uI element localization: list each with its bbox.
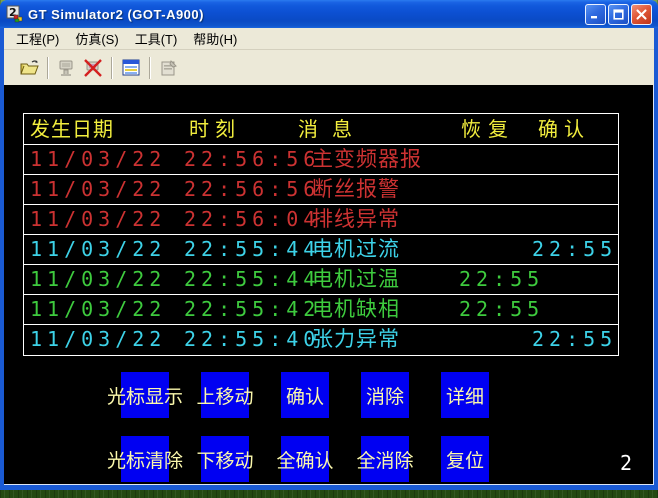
menu-project[interactable]: 工程(P) xyxy=(8,27,67,50)
gt-simulator-window: 2 GT Simulator2 (GOT-A900) 工程(P) 仿真(S) 工… xyxy=(0,0,658,490)
toolbar-separator xyxy=(111,57,113,79)
start-simulation-icon xyxy=(54,55,80,81)
alarm-time: 22:56:56 xyxy=(184,145,320,174)
minimize-button[interactable] xyxy=(585,4,606,25)
alarm-time: 22:55:40 xyxy=(184,325,320,354)
alarm-message: 排线异常 xyxy=(312,205,400,234)
detail-button[interactable]: 详细 xyxy=(441,372,489,418)
move-up-button[interactable]: 上移动 xyxy=(201,372,249,418)
alarm-list-header: 发生日期 时刻 消息 恢复 确认 xyxy=(24,114,618,145)
alarm-message: 张力异常 xyxy=(312,325,400,354)
menu-help[interactable]: 帮助(H) xyxy=(185,27,245,50)
confirm-all-button[interactable]: 全确认 xyxy=(281,436,329,482)
stop-simulation-icon xyxy=(80,55,106,81)
menu-tools[interactable]: 工具(T) xyxy=(127,27,186,50)
alarm-time: 22:55:42 xyxy=(184,295,320,324)
header-recover: 恢复 xyxy=(461,114,515,144)
open-folder-icon xyxy=(19,58,40,78)
alarm-row[interactable]: 11/03/22 22:55:40 张力异常 22:55 xyxy=(24,325,618,355)
gt-simulator2-icon[interactable]: 2 xyxy=(6,5,24,23)
clear-button[interactable]: 消除 xyxy=(361,372,409,418)
device-monitor-glyph xyxy=(121,58,141,78)
close-icon xyxy=(636,9,647,20)
header-date: 发生日期 xyxy=(30,114,114,144)
alarm-row[interactable]: 11/03/22 22:56:56 断丝报警 xyxy=(24,175,618,205)
alarm-row[interactable]: 11/03/22 22:55:44 电机过流 22:55 xyxy=(24,235,618,265)
alarm-date: 11/03/22 xyxy=(30,175,166,204)
open-project-icon[interactable] xyxy=(16,55,42,81)
reset-button[interactable]: 复位 xyxy=(441,436,489,482)
window-title: GT Simulator2 (GOT-A900) xyxy=(28,7,204,22)
cursor-clear-button[interactable]: 光标清除 xyxy=(121,436,169,482)
alarm-row[interactable]: 11/03/22 22:56:56 主变频器报 xyxy=(24,145,618,175)
alarm-confirm-time: 22:55 xyxy=(532,325,617,354)
toolbar xyxy=(4,50,654,85)
toolbar-separator xyxy=(149,57,151,79)
option-setup-icon xyxy=(156,55,182,81)
alarm-date: 11/03/22 xyxy=(30,325,166,354)
menu-simulate[interactable]: 仿真(S) xyxy=(67,27,126,50)
minimize-icon xyxy=(590,9,601,20)
alarm-recover-time: 22:55 xyxy=(459,295,544,324)
menu-bar: 工程(P) 仿真(S) 工具(T) 帮助(H) xyxy=(4,28,654,50)
alarm-time: 22:56:56 xyxy=(184,175,320,204)
header-message: 消息 xyxy=(298,114,366,144)
alarm-time: 22:56:04 xyxy=(184,205,320,234)
alarm-date: 11/03/22 xyxy=(30,235,166,264)
stop-simulation-glyph xyxy=(83,58,103,78)
alarm-message: 主变频器报 xyxy=(312,145,422,174)
got-screen: 发生日期 时刻 消息 恢复 确认 11/03/22 22:56:56 主变频器报… xyxy=(4,85,654,485)
toolbar-separator xyxy=(47,57,49,79)
alarm-message: 电机缺相 xyxy=(312,295,400,324)
device-monitor-icon[interactable] xyxy=(118,55,144,81)
cursor-display-button[interactable]: 光标显示 xyxy=(121,372,169,418)
alarm-row[interactable]: 11/03/22 22:55:42 电机缺相 22:55 xyxy=(24,295,618,325)
alarm-date: 11/03/22 xyxy=(30,295,166,324)
alarm-time: 22:55:44 xyxy=(184,235,320,264)
alarm-confirm-time: 22:55 xyxy=(532,235,617,264)
alarm-date: 11/03/22 xyxy=(30,205,166,234)
page-number: 2 xyxy=(600,451,632,475)
close-button[interactable] xyxy=(631,4,652,25)
alarm-list: 发生日期 时刻 消息 恢复 确认 11/03/22 22:56:56 主变频器报… xyxy=(23,113,619,356)
alarm-message: 电机过流 xyxy=(312,235,400,264)
maximize-icon xyxy=(613,9,624,20)
header-confirm: 确认 xyxy=(538,114,590,144)
alarm-row[interactable]: 11/03/22 22:56:04 排线异常 xyxy=(24,205,618,235)
option-setup-glyph xyxy=(159,58,179,78)
alarm-message: 电机过温 xyxy=(312,265,400,294)
alarm-message: 断丝报警 xyxy=(312,175,400,204)
clear-all-button[interactable]: 全消除 xyxy=(361,436,409,482)
alarm-date: 11/03/22 xyxy=(30,145,166,174)
alarm-recover-time: 22:55 xyxy=(459,265,544,294)
alarm-time: 22:55:44 xyxy=(184,265,320,294)
confirm-button[interactable]: 确认 xyxy=(281,372,329,418)
alarm-date: 11/03/22 xyxy=(30,265,166,294)
alarm-row[interactable]: 11/03/22 22:55:44 电机过温 22:55 xyxy=(24,265,618,295)
maximize-button[interactable] xyxy=(608,4,629,25)
header-time: 时刻 xyxy=(189,114,241,144)
start-simulation-glyph xyxy=(57,58,77,78)
move-down-button[interactable]: 下移动 xyxy=(201,436,249,482)
title-bar: 2 GT Simulator2 (GOT-A900) xyxy=(0,0,658,28)
